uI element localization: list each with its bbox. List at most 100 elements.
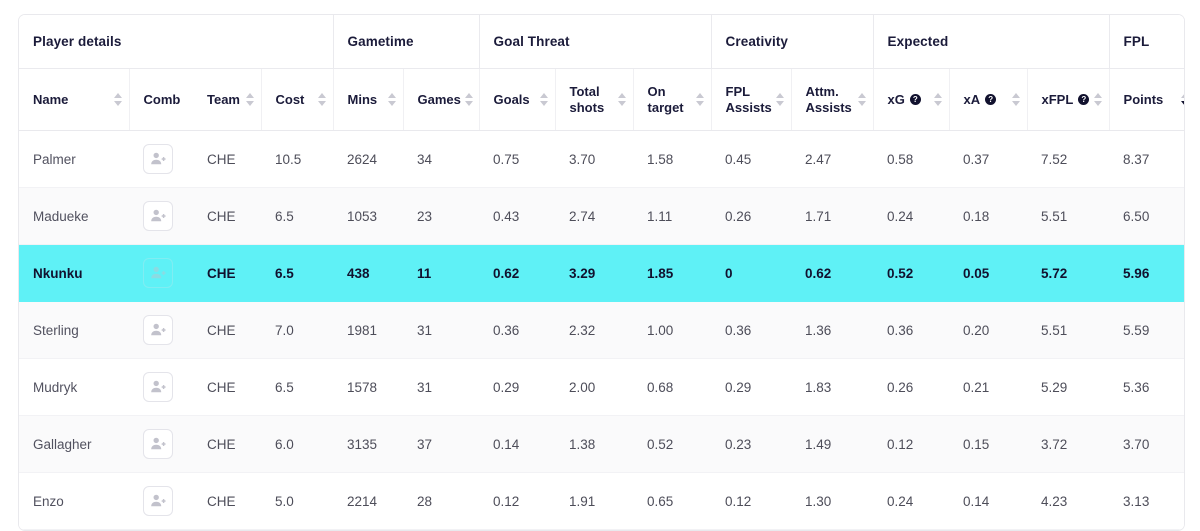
column-header-label: Points: [1123, 91, 1164, 107]
cell-points: 3.13: [1109, 472, 1184, 530]
cell-xg: 0.36: [873, 301, 950, 359]
cell-attm-assists: 1.30: [791, 472, 874, 530]
cell-fpl-assists: 0.26: [711, 187, 792, 245]
cell-on-target: 0.68: [633, 358, 712, 416]
cell-cost: 6.5: [261, 358, 334, 416]
sort-toggle-icon[interactable]: [387, 92, 397, 107]
cell-goals: 0.75: [479, 130, 556, 188]
sort-toggle-icon[interactable]: [617, 92, 627, 107]
help-icon[interactable]: ?: [1078, 93, 1090, 105]
sort-toggle-icon[interactable]: [539, 92, 549, 107]
sort-desc-icon[interactable]: [1180, 92, 1184, 107]
table-row[interactable]: Palmer CHE 10.5 2624 34 0.75 3.70 1.58 0.45 2.47 0…: [19, 130, 1184, 188]
cell-fpl-assists: 0: [711, 244, 792, 302]
column-header-label: xA: [963, 91, 981, 107]
cell-fpl-assists: 0.36: [711, 301, 792, 359]
column-header-total-shots[interactable]: Total shots: [555, 68, 634, 131]
add-player-button[interactable]: [143, 429, 173, 459]
column-header-team[interactable]: Team: [193, 68, 262, 131]
table-row[interactable]: Nkunku CHE 6.5 438 11 0.62 3.29 1.85 0 0.62 0.52 0.…: [19, 244, 1184, 302]
add-person-icon: [151, 437, 166, 450]
cell-cost: 6.5: [261, 187, 334, 245]
add-player-button[interactable]: [143, 258, 173, 288]
add-player-button[interactable]: [143, 372, 173, 402]
column-header-on-target[interactable]: On target: [633, 68, 712, 131]
cell-xg: 0.26: [873, 358, 950, 416]
cell-cost: 10.5: [261, 130, 334, 188]
column-header-xfpl[interactable]: xFPL?: [1027, 68, 1110, 131]
cell-xfpl: 7.52: [1027, 130, 1110, 188]
table-body: Palmer CHE 10.5 2624 34 0.75 3.70 1.58 0.45 2.47 0…: [19, 130, 1184, 530]
cell-team: CHE: [193, 244, 261, 302]
player-stats-table-container: Player details Gametime Goal Threat Creativ…: [18, 14, 1185, 531]
sort-toggle-icon[interactable]: [1093, 92, 1103, 107]
cell-mins: 1053: [333, 187, 404, 245]
cell-on-target: 1.00: [633, 301, 712, 359]
column-header-points[interactable]: Points: [1109, 68, 1184, 131]
sort-toggle-icon[interactable]: [775, 92, 785, 107]
cell-on-target: 1.58: [633, 130, 712, 188]
add-player-button[interactable]: [143, 201, 173, 231]
cell-attm-assists: 1.49: [791, 415, 874, 473]
column-header-fpl-assists[interactable]: FPL Assists: [711, 68, 792, 131]
add-player-button[interactable]: [143, 315, 173, 345]
column-group-header-row: Player details Gametime Goal Threat Creativ…: [19, 15, 1184, 69]
cell-xa: 0.05: [949, 244, 1028, 302]
add-player-button[interactable]: [143, 486, 173, 516]
column-header-label: On target: [647, 83, 684, 115]
cell-xfpl: 5.72: [1027, 244, 1110, 302]
column-header-name[interactable]: Name: [19, 68, 130, 131]
cell-xg: 0.52: [873, 244, 950, 302]
column-header-attm-assists[interactable]: Attm. Assists: [791, 68, 874, 131]
sort-toggle-icon[interactable]: [695, 92, 705, 107]
cell-on-target: 1.85: [633, 244, 712, 302]
cell-points: 5.36: [1109, 358, 1184, 416]
column-header-label: xFPL: [1041, 91, 1074, 107]
cell-attm-assists: 1.83: [791, 358, 874, 416]
cell-name: Enzo: [19, 472, 129, 530]
add-person-icon: [151, 323, 166, 336]
cell-fpl-assists: 0.12: [711, 472, 792, 530]
column-header-label: Attm. Assists: [805, 83, 852, 115]
sort-toggle-icon[interactable]: [317, 92, 327, 107]
cell-xg: 0.12: [873, 415, 950, 473]
add-person-icon: [151, 152, 166, 165]
table-row[interactable]: Mudryk CHE 6.5 1578 31 0.29 2.00 0.68 0.29 1.83 0.…: [19, 358, 1184, 416]
help-icon[interactable]: ?: [909, 93, 921, 105]
cell-xg: 0.24: [873, 472, 950, 530]
cell-on-target: 0.65: [633, 472, 712, 530]
sort-toggle-icon[interactable]: [857, 92, 867, 107]
cell-fpl-assists: 0.45: [711, 130, 792, 188]
column-header-xg[interactable]: xG?: [873, 68, 950, 131]
column-header-games[interactable]: Games: [403, 68, 480, 131]
cell-xa: 0.21: [949, 358, 1028, 416]
column-header-xa[interactable]: xA?: [949, 68, 1028, 131]
sort-toggle-icon[interactable]: [933, 92, 943, 107]
sort-toggle-icon[interactable]: [1011, 92, 1021, 107]
cell-on-target: 0.52: [633, 415, 712, 473]
cell-xa: 0.20: [949, 301, 1028, 359]
add-player-button[interactable]: [143, 144, 173, 174]
column-group-gametime: Gametime: [333, 15, 480, 69]
table-row[interactable]: Sterling CHE 7.0 1981 31 0.36 2.32 1.00 0.36 1.36…: [19, 301, 1184, 359]
cell-attm-assists: 0.62: [791, 244, 874, 302]
column-header-mins[interactable]: Mins: [333, 68, 404, 131]
cell-games: 28: [403, 472, 480, 530]
sort-toggle-icon[interactable]: [245, 92, 255, 107]
cell-team: CHE: [193, 187, 261, 245]
cell-mins: 2214: [333, 472, 404, 530]
cell-points: 5.96: [1109, 244, 1184, 302]
column-header-goals[interactable]: Goals: [479, 68, 556, 131]
cell-cost: 7.0: [261, 301, 334, 359]
help-icon[interactable]: ?: [985, 93, 997, 105]
cell-comb: [129, 415, 193, 473]
column-header-cost[interactable]: Cost: [261, 68, 334, 131]
table-head: Player details Gametime Goal Threat Creativ…: [19, 15, 1184, 131]
cell-cost: 6.0: [261, 415, 334, 473]
table-row[interactable]: Enzo CHE 5.0 2214 28 0.12 1.91 0.65 0.12 1.30 0.24…: [19, 472, 1184, 530]
table-row[interactable]: Gallagher CHE 6.0 3135 37 0.14 1.38 0.52 0.23 1.4…: [19, 415, 1184, 473]
cell-xa: 0.18: [949, 187, 1028, 245]
table-row[interactable]: Madueke CHE 6.5 1053 23 0.43 2.74 1.11 0.26 1.71 0…: [19, 187, 1184, 245]
sort-toggle-icon[interactable]: [113, 92, 123, 107]
sort-toggle-icon[interactable]: [464, 92, 474, 107]
